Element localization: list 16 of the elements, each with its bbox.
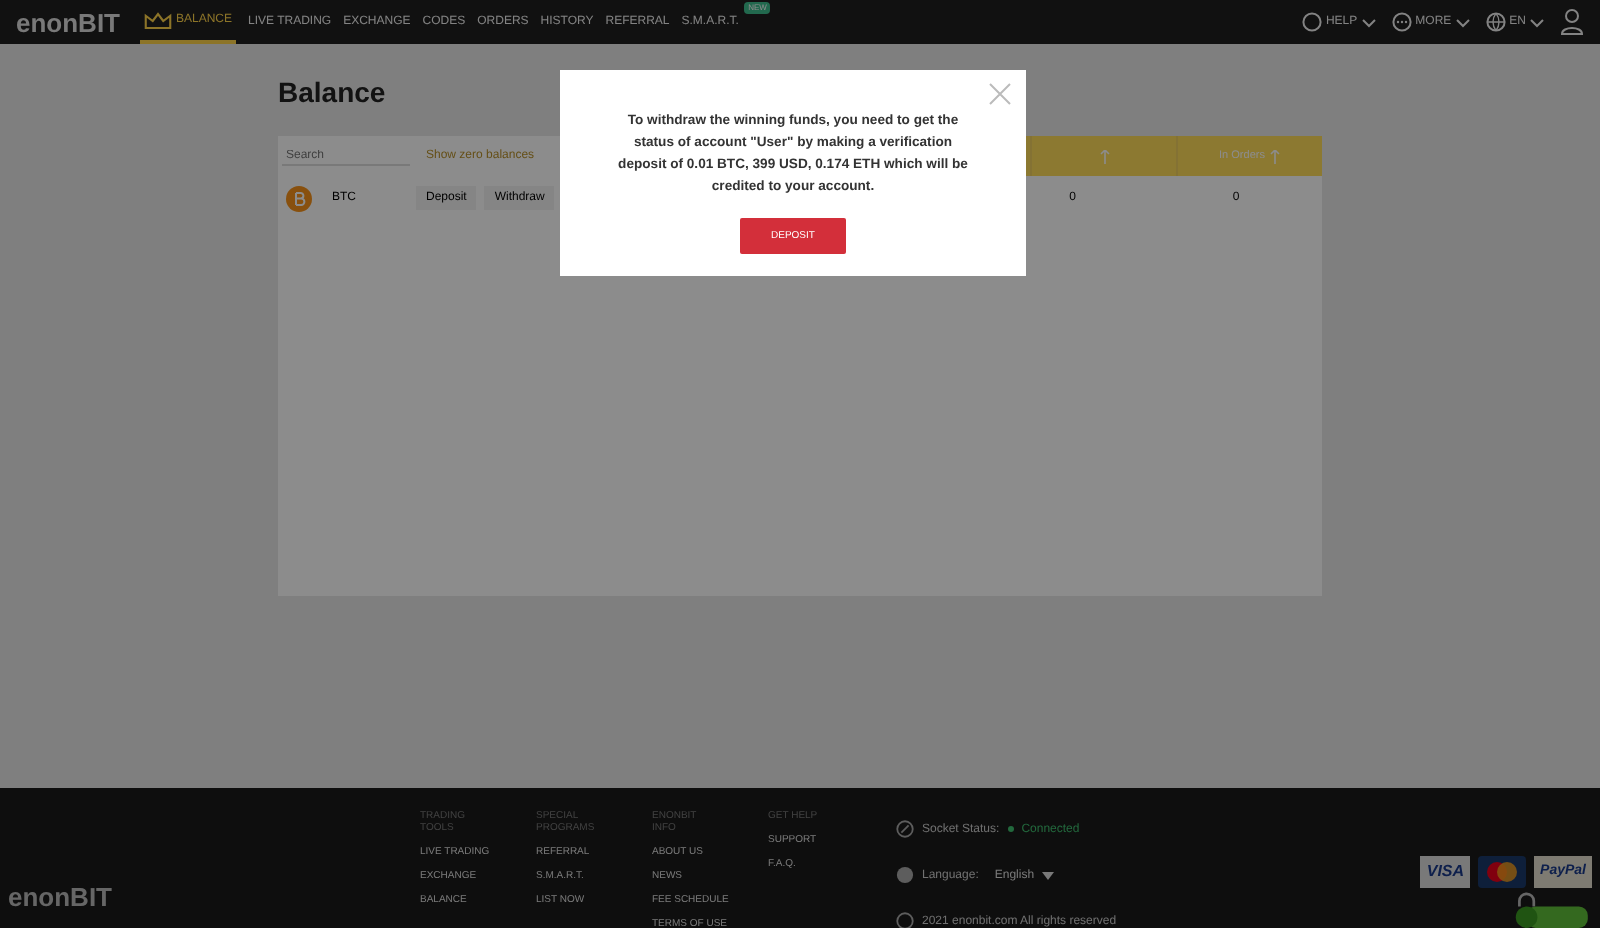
visa-logo: VISA: [1420, 856, 1471, 888]
caret-icon[interactable]: [1042, 871, 1055, 879]
sort-icon[interactable]: [1270, 149, 1281, 163]
logo[interactable]: enonBIT: [16, 7, 140, 37]
caret-icon: [1455, 17, 1470, 27]
close-icon[interactable]: [988, 82, 1012, 106]
crown-icon: [144, 11, 172, 29]
caret-icon: [1361, 17, 1376, 27]
dots-icon: [1391, 12, 1412, 32]
sort-icon[interactable]: [1099, 149, 1109, 163]
bitcoin-icon: [286, 185, 312, 211]
caret-icon: [1530, 17, 1544, 27]
card-logo: [1478, 856, 1527, 888]
page-title: Balance: [278, 76, 386, 108]
footer-logo[interactable]: enonBIT: [8, 882, 420, 912]
user-icon[interactable]: [1560, 8, 1584, 36]
